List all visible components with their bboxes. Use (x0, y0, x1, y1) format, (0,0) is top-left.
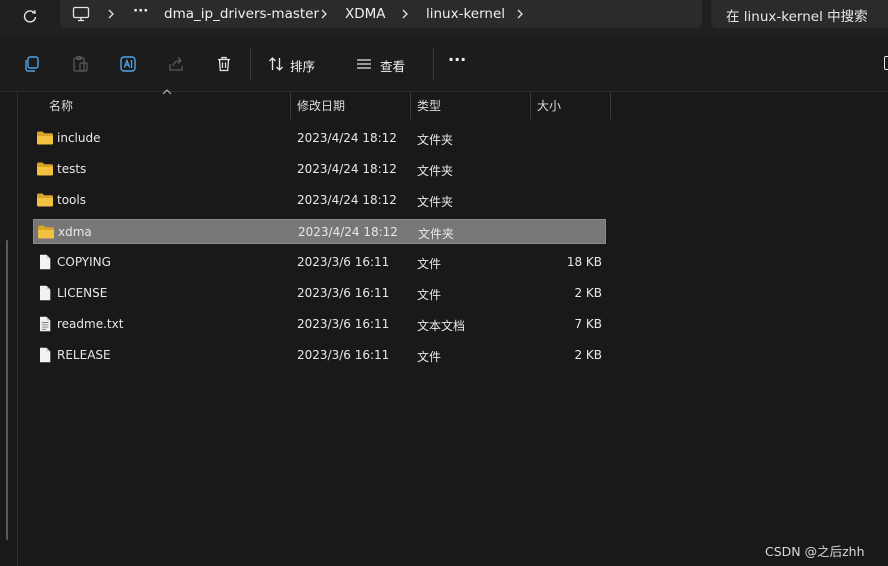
column-header-size[interactable]: 大小 (537, 97, 561, 114)
file-name: tools (57, 193, 86, 207)
breadcrumb-item-dma-ip-drivers-master[interactable]: dma_ip_drivers-master (164, 6, 319, 22)
file-type: 文件 (417, 257, 442, 271)
column-divider[interactable] (290, 92, 291, 119)
toolbar-divider (250, 48, 251, 80)
list-item[interactable]: tools 2023/4/24 18:12 文件夹 (33, 188, 606, 213)
copy-button[interactable] (20, 52, 44, 76)
file-type: 文件夹 (417, 195, 454, 209)
list-item-selected[interactable]: xdma 2023/4/24 18:12 文件夹 (33, 219, 606, 244)
navigation-pane-edge (17, 92, 18, 566)
folder-icon (36, 130, 54, 146)
text-file-icon (36, 316, 54, 332)
search-placeholder: 在 linux-kernel 中搜索 (726, 9, 868, 25)
breadcrumb-more[interactable]: ··· (133, 3, 148, 19)
file-size: 2 KB (574, 348, 602, 362)
column-header-name[interactable]: 名称 (49, 97, 73, 114)
column-divider[interactable] (410, 92, 411, 119)
watermark: CSDN @之后zhh (765, 544, 865, 559)
file-icon (36, 254, 54, 270)
file-name: xdma (58, 225, 92, 239)
file-modified: 2023/3/6 16:11 (297, 286, 390, 300)
folder-icon (36, 192, 54, 208)
sort-button[interactable]: 排序 (290, 56, 315, 75)
file-name: RELEASE (57, 348, 111, 362)
breadcrumb[interactable]: ··· dma_ip_drivers-master XDMA linux-ker… (60, 0, 702, 28)
sort-icon-wrap[interactable] (264, 52, 288, 76)
file-type: 文件夹 (417, 164, 454, 178)
breadcrumb-item-xdma[interactable]: XDMA (345, 6, 386, 22)
file-modified: 2023/3/6 16:11 (297, 255, 390, 269)
list-item[interactable]: RELEASE 2023/3/6 16:11 文件 2 KB (33, 343, 606, 368)
view-icon (357, 59, 371, 69)
column-divider[interactable] (530, 92, 531, 119)
list-item[interactable]: LICENSE 2023/3/6 16:11 文件 2 KB (33, 281, 606, 306)
sort-ascending-icon (162, 89, 172, 95)
file-icon (36, 285, 54, 301)
delete-button[interactable] (212, 52, 236, 76)
file-modified: 2023/3/6 16:11 (297, 317, 390, 331)
file-size: 18 KB (566, 255, 602, 269)
list-item[interactable]: COPYING 2023/3/6 16:11 文件 18 KB (33, 250, 606, 275)
file-icon (36, 347, 54, 363)
more-options-button[interactable]: ··· (448, 50, 466, 69)
computer-icon[interactable] (72, 6, 90, 22)
copy-icon (25, 56, 39, 72)
chevron-right-icon[interactable] (317, 6, 331, 22)
chevron-right-icon[interactable] (398, 6, 412, 22)
chevron-right-icon[interactable] (513, 6, 527, 22)
view-icon-wrap[interactable] (352, 52, 376, 76)
column-header-type[interactable]: 类型 (417, 97, 441, 114)
file-name: readme.txt (57, 317, 124, 331)
folder-icon (36, 161, 54, 177)
address-bar: ··· dma_ip_drivers-master XDMA linux-ker… (0, 0, 888, 36)
breadcrumb-item-linux-kernel[interactable]: linux-kernel (426, 6, 505, 22)
file-modified: 2023/4/24 18:12 (297, 162, 397, 176)
file-size: 2 KB (574, 286, 602, 300)
file-type: 文件夹 (418, 227, 455, 241)
refresh-button[interactable] (18, 5, 42, 29)
view-button[interactable]: 查看 (380, 56, 405, 75)
scrollbar[interactable] (6, 240, 8, 540)
file-name: tests (57, 162, 87, 176)
chevron-right-icon[interactable] (104, 6, 118, 22)
command-bar: 排序 查看 ··· (0, 36, 888, 102)
search-input[interactable]: 在 linux-kernel 中搜索 (711, 0, 888, 28)
column-header-modified[interactable]: 修改日期 (297, 97, 345, 114)
file-modified: 2023/3/6 16:11 (297, 348, 390, 362)
file-modified: 2023/4/24 18:12 (298, 225, 398, 239)
file-type: 文件夹 (417, 133, 454, 147)
share-icon (169, 57, 183, 71)
file-size: 7 KB (574, 317, 602, 331)
list-item[interactable]: readme.txt 2023/3/6 16:11 文本文档 7 KB (33, 312, 606, 337)
file-modified: 2023/4/24 18:12 (297, 131, 397, 145)
file-modified: 2023/4/24 18:12 (297, 193, 397, 207)
file-name: include (57, 131, 101, 145)
refresh-icon (23, 10, 37, 23)
column-divider[interactable] (610, 92, 611, 119)
folder-icon (37, 224, 55, 240)
sort-icon (269, 57, 283, 71)
share-button[interactable] (164, 52, 188, 76)
rename-icon (120, 56, 136, 72)
trash-icon (218, 56, 230, 72)
file-type: 文件 (417, 350, 442, 364)
details-pane-icon[interactable] (884, 56, 888, 70)
file-type: 文件 (417, 288, 442, 302)
list-item[interactable]: tests 2023/4/24 18:12 文件夹 (33, 157, 606, 182)
toolbar-divider (433, 48, 434, 80)
list-item[interactable]: include 2023/4/24 18:12 文件夹 (33, 126, 606, 151)
paste-button[interactable] (68, 52, 92, 76)
file-type: 文本文档 (417, 319, 466, 333)
rename-button[interactable] (116, 52, 140, 76)
file-name: COPYING (57, 255, 111, 269)
file-name: LICENSE (57, 286, 108, 300)
paste-icon (73, 55, 88, 72)
